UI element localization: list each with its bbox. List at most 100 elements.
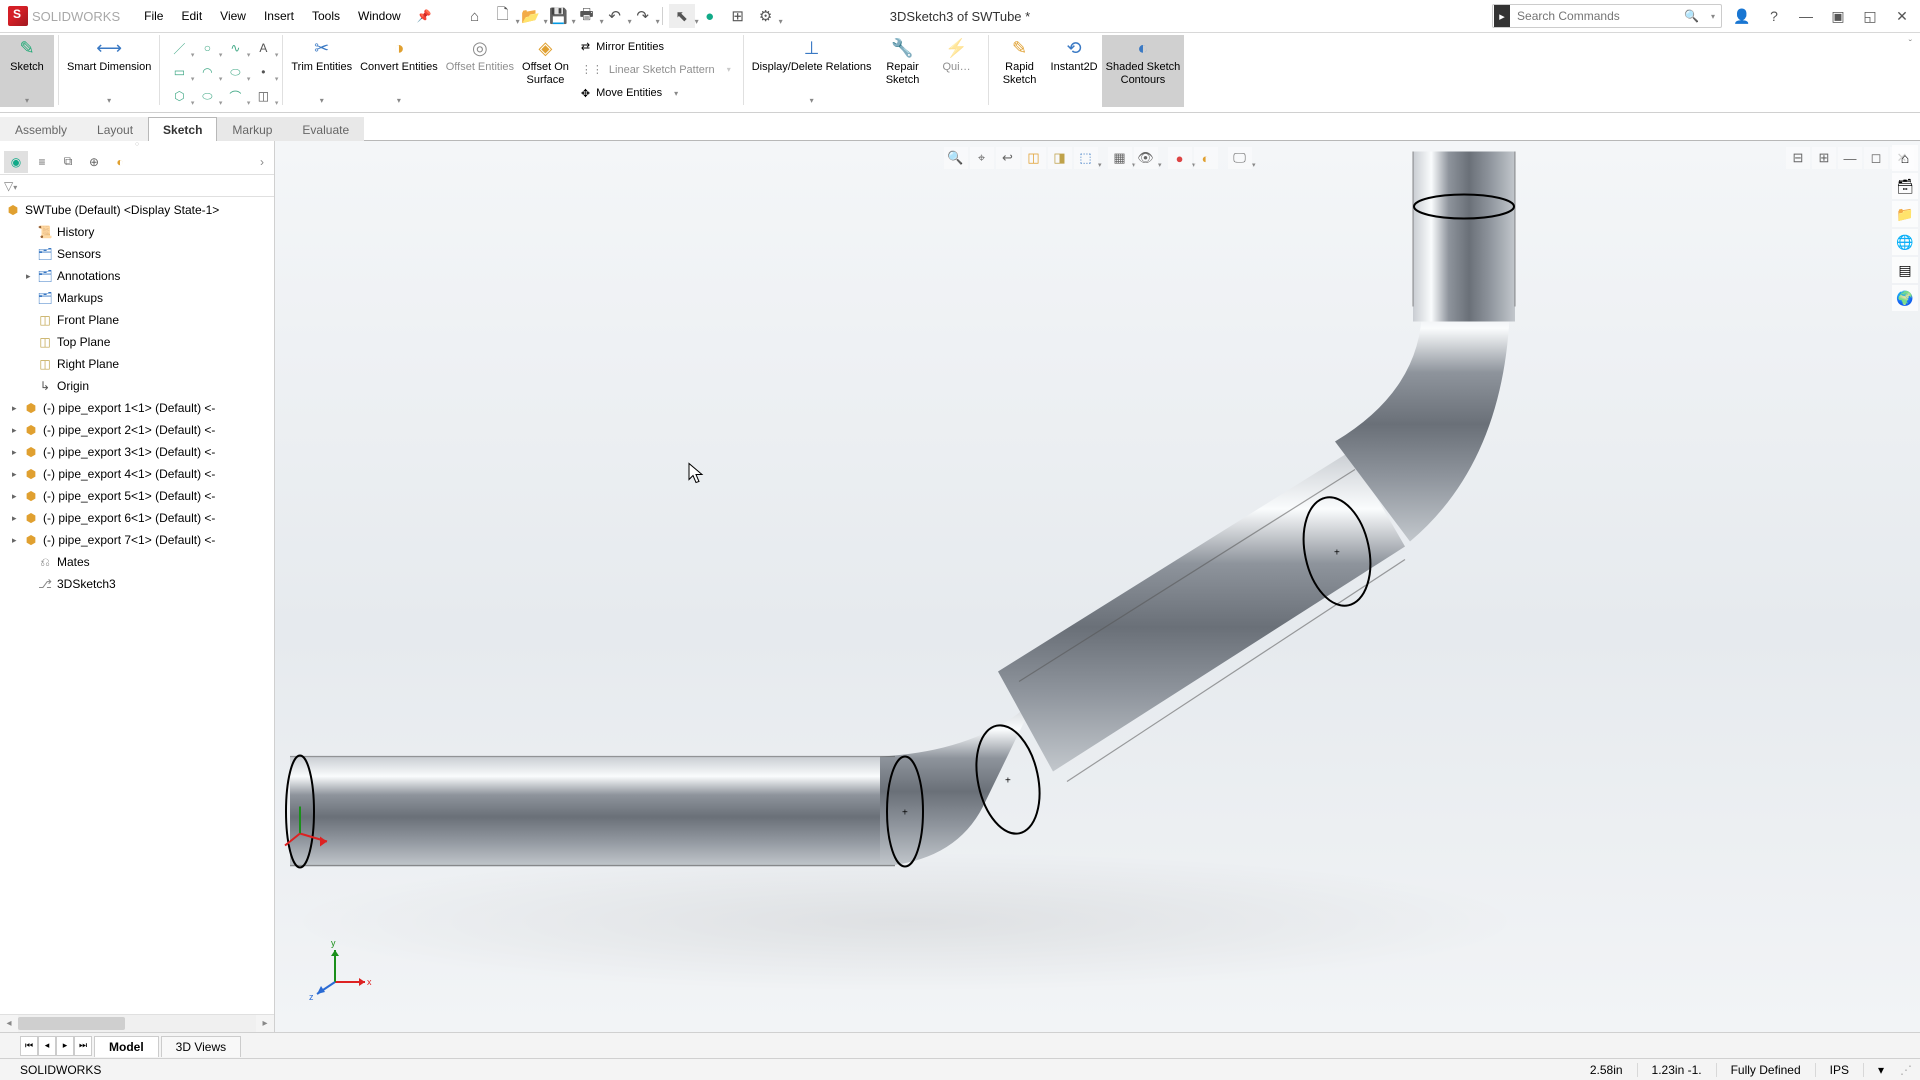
tree-scrollbar[interactable]: ◂ ▸ xyxy=(0,1014,274,1032)
fillet-icon[interactable]: ⌒ xyxy=(222,85,248,107)
close-icon[interactable]: ✕ xyxy=(1890,4,1914,28)
rapid-button[interactable]: ✎ Rapid Sketch xyxy=(993,35,1047,107)
mirror-button[interactable]: ⇄Mirror Entities xyxy=(577,39,735,54)
print-icon[interactable]: 🖶 xyxy=(574,4,600,28)
help-icon[interactable]: ? xyxy=(1762,4,1786,28)
undo-icon[interactable]: ↶ xyxy=(602,4,628,28)
arc-icon[interactable]: ◠ xyxy=(194,61,220,83)
first-tab-icon[interactable]: ⏮ xyxy=(20,1036,38,1056)
tree-arrow-icon[interactable]: ▸ xyxy=(12,513,22,524)
tree-item[interactable]: ⎌Mates xyxy=(0,551,274,573)
scroll-track[interactable] xyxy=(18,1015,256,1032)
search-dropdown-icon[interactable]: ▾ xyxy=(1705,12,1721,21)
polygon-icon[interactable]: ⬡ xyxy=(166,85,192,107)
tree-item[interactable]: ▸⬢(-) pipe_export 5<1> (Default) <- xyxy=(0,485,274,507)
open-icon[interactable]: 📂 xyxy=(518,4,544,28)
offset-button[interactable]: ◎ Offset Entities xyxy=(442,35,518,107)
menu-view[interactable]: View xyxy=(212,5,254,27)
trim-button[interactable]: ✂ Trim Entities ▾ xyxy=(287,35,356,107)
line-icon[interactable]: ／ xyxy=(166,37,192,59)
status-units[interactable]: IPS xyxy=(1815,1063,1863,1077)
redo-icon[interactable]: ↷ xyxy=(630,4,656,28)
tree-item[interactable]: 🗂Markups xyxy=(0,287,274,309)
tree-item[interactable]: ▸⬢(-) pipe_export 3<1> (Default) <- xyxy=(0,441,274,463)
search-box[interactable]: ▸ 🔍 ▾ xyxy=(1492,4,1722,28)
repair-button[interactable]: 🔧 Repair Sketch xyxy=(876,35,930,107)
menu-edit[interactable]: Edit xyxy=(173,5,210,27)
new-icon[interactable]: 🗋 xyxy=(490,4,516,28)
prev-tab-icon[interactable]: ◂ xyxy=(38,1036,56,1056)
user-icon[interactable]: 👤 xyxy=(1730,4,1754,28)
smart-dimension-button[interactable]: ⟷ Smart Dimension ▾ xyxy=(63,35,155,107)
filter-icon[interactable]: ▽▾ xyxy=(4,179,17,193)
menu-window[interactable]: Window xyxy=(350,5,409,27)
tree-item[interactable]: ▸⬢(-) pipe_export 7<1> (Default) <- xyxy=(0,529,274,551)
next-tab-icon[interactable]: ▸ xyxy=(56,1036,74,1056)
tree-arrow-icon[interactable]: ▸ xyxy=(12,447,22,458)
instant-button[interactable]: ⟲ Instant2D xyxy=(1047,35,1102,107)
tab-sketch[interactable]: Sketch xyxy=(148,117,217,141)
linear-pattern-button[interactable]: ⋮⋮Linear Sketch Pattern▾ xyxy=(577,62,735,77)
tree-body[interactable]: ⬢ SWTube (Default) <Display State-1> 📜Hi… xyxy=(0,197,274,1014)
search-input[interactable] xyxy=(1511,9,1678,23)
viewport[interactable]: 🔍 ⌖ ↩ ◫ ◨ ⬚ ▦ 👁 ● ◐ 🖵 ⊟ ⊞ — ◻ ✕ ⌂ 🗃 📁 xyxy=(275,141,1920,1032)
tree-item[interactable]: ◫Right Plane xyxy=(0,353,274,375)
shaded-button[interactable]: ◐ Shaded Sketch Contours xyxy=(1102,35,1185,107)
point-icon[interactable]: • xyxy=(250,61,276,83)
display-relations-button[interactable]: ⊥ Display/Delete Relations ▾ xyxy=(748,35,876,107)
ellipse-icon[interactable]: ⬭ xyxy=(222,61,248,83)
quick-button[interactable]: ⚡ Qui… xyxy=(930,35,984,107)
display-manager-icon[interactable]: ◐ xyxy=(108,151,132,173)
plane-icon[interactable]: ◫ xyxy=(250,85,276,107)
tree-item[interactable]: ◫Front Plane xyxy=(0,309,274,331)
tree-item[interactable]: 📜History xyxy=(0,221,274,243)
traffic-icon[interactable]: ● xyxy=(697,4,723,28)
tree-arrow-icon[interactable]: ▸ xyxy=(12,469,22,480)
slot-icon[interactable]: ⬭ xyxy=(194,85,220,107)
search-icon[interactable]: 🔍 xyxy=(1678,9,1705,23)
tree-item[interactable]: ▸⬢(-) pipe_export 4<1> (Default) <- xyxy=(0,463,274,485)
bottom-tab-3dviews[interactable]: 3D Views xyxy=(161,1036,241,1057)
tree-root[interactable]: ⬢ SWTube (Default) <Display State-1> xyxy=(0,199,274,221)
tree-arrow-icon[interactable]: ▸ xyxy=(12,403,22,414)
scroll-left-icon[interactable]: ◂ xyxy=(0,1015,18,1032)
last-tab-icon[interactable]: ⏭ xyxy=(74,1036,92,1056)
scroll-right-icon[interactable]: ▸ xyxy=(256,1015,274,1032)
menu-insert[interactable]: Insert xyxy=(256,5,302,27)
tree-item[interactable]: ⎇3DSketch3 xyxy=(0,573,274,595)
minimize-icon[interactable]: — xyxy=(1794,4,1818,28)
save-icon[interactable]: 💾 xyxy=(546,4,572,28)
menu-file[interactable]: File xyxy=(136,5,171,27)
config-manager-icon[interactable]: ⧉ xyxy=(56,151,80,173)
circle-icon[interactable]: ○ xyxy=(194,37,220,59)
convert-button[interactable]: ◑ Convert Entities ▾ xyxy=(356,35,442,107)
tree-item[interactable]: ↳Origin xyxy=(0,375,274,397)
tree-item[interactable]: ◫Top Plane xyxy=(0,331,274,353)
home-icon[interactable]: ⌂ xyxy=(462,4,488,28)
bottom-tab-model[interactable]: Model xyxy=(94,1036,159,1057)
table-icon[interactable]: ⊞ xyxy=(725,4,751,28)
ribbon-collapse-icon[interactable]: ˇ xyxy=(1909,39,1912,50)
status-gear-icon[interactable]: ▾ xyxy=(1863,1063,1898,1077)
dim-manager-icon[interactable]: ⊕ xyxy=(82,151,106,173)
tree-arrow-icon[interactable]: ▸ xyxy=(26,271,36,282)
tab-layout[interactable]: Layout xyxy=(82,117,148,141)
tree-item[interactable]: ▸⬢(-) pipe_export 2<1> (Default) <- xyxy=(0,419,274,441)
pin-icon[interactable]: 📌 xyxy=(417,9,432,23)
rectangle-icon[interactable]: ▭ xyxy=(166,61,192,83)
tree-arrow-icon[interactable]: ▸ xyxy=(12,491,22,502)
expand-icon[interactable]: › xyxy=(254,155,270,169)
property-manager-icon[interactable]: ≡ xyxy=(30,151,54,173)
resize-grip-icon[interactable]: ⋰ xyxy=(1898,1063,1914,1077)
scroll-thumb[interactable] xyxy=(18,1017,125,1030)
move-button[interactable]: ✥Move Entities▾ xyxy=(577,86,735,101)
feature-manager-icon[interactable]: ◉ xyxy=(4,151,28,173)
tree-arrow-icon[interactable]: ▸ xyxy=(12,425,22,436)
panel-grip[interactable]: ○ xyxy=(0,141,274,149)
tree-arrow-icon[interactable]: ▸ xyxy=(12,535,22,546)
tree-item[interactable]: 🗂Sensors xyxy=(0,243,274,265)
offset-surface-button[interactable]: ◈ Offset On Surface xyxy=(518,35,573,107)
maximize-icon[interactable]: ◱ xyxy=(1858,4,1882,28)
menu-tools[interactable]: Tools xyxy=(304,5,348,27)
spline-icon[interactable]: ∿ xyxy=(222,37,248,59)
